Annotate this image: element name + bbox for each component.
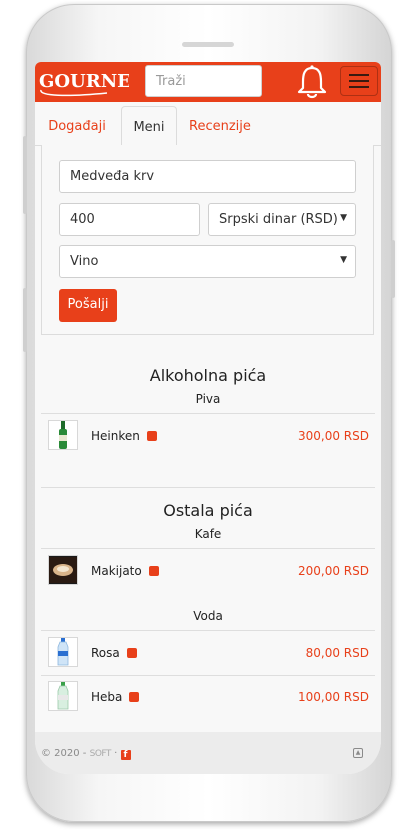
group-title: Kafe bbox=[194, 527, 222, 541]
hamburger-line bbox=[349, 86, 369, 88]
footer-copyright: © 2020 - SOFT · f bbox=[41, 748, 131, 760]
tab-reviews[interactable]: Recenzije bbox=[189, 106, 251, 146]
menu-item-name-wrap: Makijato bbox=[91, 564, 159, 578]
divider bbox=[41, 548, 375, 549]
phone-side-button bbox=[23, 136, 27, 214]
footer-separator: · bbox=[114, 748, 118, 759]
water-bottle-icon bbox=[48, 637, 78, 667]
menu-item-name: Makijato bbox=[91, 564, 142, 578]
currency-select-value: Srpski dinar (RSD) bbox=[219, 212, 338, 227]
phone-side-button bbox=[23, 288, 27, 352]
section-title: Ostala pića bbox=[163, 501, 253, 520]
menu-item-name-wrap: Heba bbox=[91, 690, 140, 704]
company-logo-text[interactable]: SOFT bbox=[90, 749, 112, 759]
menu-item[interactable]: Heba 100,00 RSD bbox=[41, 676, 375, 718]
app-screen: GOURNET Traži Događaji Meni Recenzije Me… bbox=[35, 62, 381, 774]
category-select[interactable]: Vino ▼ bbox=[59, 245, 356, 278]
menu-item[interactable]: Rosa 80,00 RSD bbox=[41, 632, 375, 674]
menu-item-price: 300,00 RSD bbox=[298, 429, 369, 443]
menu-item[interactable]: Heinken 300,00 RSD bbox=[41, 415, 375, 457]
divider bbox=[41, 487, 375, 488]
water-bottle-icon bbox=[48, 681, 78, 711]
menu-item-name-wrap: Heinken bbox=[91, 429, 157, 443]
footer: © 2020 - SOFT · f ▲ bbox=[35, 732, 381, 774]
item-name-input[interactable]: Medveđa krv bbox=[59, 160, 356, 193]
tab-bar: Događaji Meni Recenzije bbox=[35, 106, 381, 147]
gournet-logo[interactable]: GOURNET bbox=[37, 66, 129, 98]
submit-button[interactable]: Pošalji bbox=[59, 289, 117, 322]
menu-item-name: Heinken bbox=[91, 429, 140, 443]
currency-select[interactable]: Srpski dinar (RSD) ▼ bbox=[208, 203, 356, 236]
item-flag-icon bbox=[126, 648, 137, 658]
section-title: Alkoholna pića bbox=[149, 366, 267, 385]
search-input[interactable]: Traži bbox=[145, 65, 262, 97]
add-menu-item-form: Medveđa krv 400 Srpski dinar (RSD) ▼ Vin… bbox=[41, 145, 374, 335]
menu-item-name: Rosa bbox=[91, 646, 120, 660]
notification-bell-icon[interactable] bbox=[295, 64, 329, 100]
group-title: Voda bbox=[193, 609, 223, 623]
chevron-down-icon: ▼ bbox=[340, 255, 347, 265]
item-price-input[interactable]: 400 bbox=[59, 203, 200, 236]
hamburger-line bbox=[349, 80, 369, 82]
copyright-text: © 2020 - bbox=[41, 748, 87, 759]
category-select-value: Vino bbox=[70, 254, 99, 269]
menu-item-name-wrap: Rosa bbox=[91, 646, 137, 660]
item-flag-icon bbox=[129, 692, 140, 702]
menu-item-price: 100,00 RSD bbox=[298, 690, 369, 704]
menu-item-name: Heba bbox=[91, 690, 123, 704]
hamburger-line bbox=[349, 74, 369, 76]
phone-side-button bbox=[391, 240, 395, 298]
menu-item-price: 200,00 RSD bbox=[298, 564, 369, 578]
menu-item-price: 80,00 RSD bbox=[305, 646, 369, 660]
divider bbox=[41, 413, 375, 414]
logo-text: GOURNET bbox=[39, 71, 129, 92]
menu-item[interactable]: Makijato 200,00 RSD bbox=[41, 550, 375, 592]
item-flag-icon bbox=[146, 431, 157, 441]
divider bbox=[41, 457, 375, 458]
beer-bottle-icon bbox=[48, 420, 78, 450]
coffee-cup-icon bbox=[48, 555, 78, 585]
phone-speaker bbox=[182, 42, 234, 47]
hamburger-menu-button[interactable] bbox=[340, 66, 378, 96]
item-flag-icon bbox=[148, 566, 159, 576]
navbar: GOURNET Traži bbox=[35, 62, 381, 102]
tab-events[interactable]: Događaji bbox=[47, 106, 107, 146]
chevron-down-icon: ▼ bbox=[340, 213, 347, 223]
facebook-icon[interactable]: f bbox=[120, 750, 131, 760]
tab-menu[interactable]: Meni bbox=[121, 106, 177, 147]
search-placeholder: Traži bbox=[156, 74, 186, 89]
scroll-to-top-icon[interactable]: ▲ bbox=[353, 748, 363, 758]
group-title: Piva bbox=[195, 392, 221, 406]
divider bbox=[41, 630, 375, 631]
